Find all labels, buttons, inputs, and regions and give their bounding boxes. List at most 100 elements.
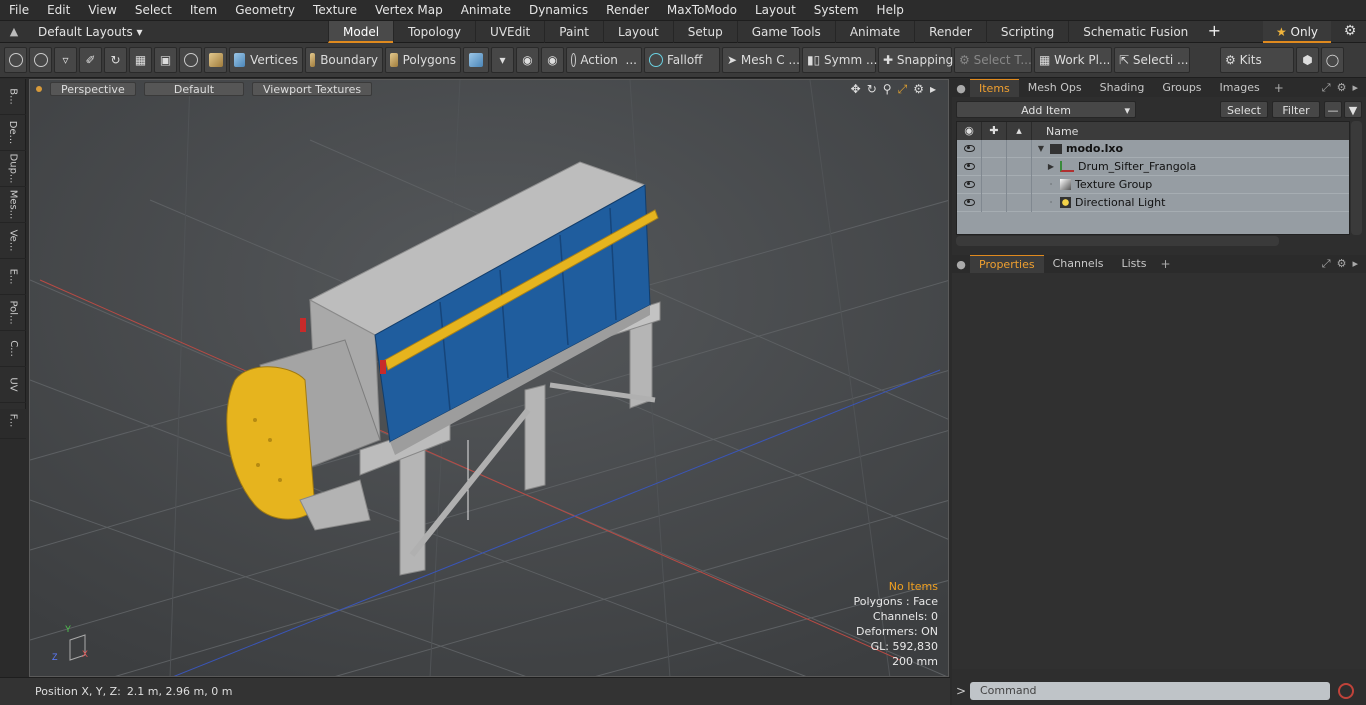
menu-edit[interactable]: Edit: [38, 0, 79, 21]
tree-row-mesh[interactable]: ▶ Drum_Sifter_Frangola: [957, 157, 1349, 176]
command-input[interactable]: Command: [970, 682, 1330, 700]
mesh-constraint-button[interactable]: ➤ Mesh C ...: [722, 47, 800, 73]
material-dropdown[interactable]: ▾: [491, 47, 514, 73]
expand-triangle-icon[interactable]: ▶: [1046, 162, 1056, 171]
tree-vertical-scrollbar[interactable]: [1351, 121, 1362, 235]
rotate-view-icon[interactable]: ↻: [867, 82, 877, 97]
grid-button[interactable]: ▦: [129, 47, 152, 73]
tab-items[interactable]: Items: [970, 79, 1019, 97]
visibility-toggle[interactable]: [957, 157, 982, 176]
vertices-button[interactable]: Vertices: [229, 47, 303, 73]
polygons-button[interactable]: Polygons: [385, 47, 461, 73]
work-plane-button[interactable]: ▦ Work Pl...: [1034, 47, 1112, 73]
render-cell[interactable]: [1007, 175, 1032, 194]
tab-properties[interactable]: Properties: [970, 255, 1044, 273]
expand-panel-icon[interactable]: ⤢: [1322, 81, 1331, 95]
tab-uvedit[interactable]: UVEdit: [475, 20, 544, 43]
left-tab-uv[interactable]: UV: [0, 367, 26, 403]
expand-arrow-icon[interactable]: ▸: [930, 82, 936, 97]
pen-button[interactable]: ▿: [54, 47, 77, 73]
left-tab-mesh-edit[interactable]: Mes...: [0, 187, 26, 223]
boundary-button[interactable]: Boundary: [305, 47, 383, 73]
tab-setup[interactable]: Setup: [672, 20, 737, 43]
add-tab-icon[interactable]: +: [1269, 81, 1289, 95]
lock-cell[interactable]: [982, 157, 1007, 176]
3d-viewport[interactable]: Y Z X Perspective Default Viewport Textu…: [29, 79, 949, 677]
menu-geometry[interactable]: Geometry: [226, 0, 304, 21]
menu-system[interactable]: System: [805, 0, 868, 21]
filter-button[interactable]: Filter: [1272, 101, 1320, 118]
tab-game-tools[interactable]: Game Tools: [736, 20, 835, 43]
panel-gear-icon[interactable]: ⚙: [1337, 257, 1347, 271]
brush-button[interactable]: ✐: [79, 47, 102, 73]
menu-dynamics[interactable]: Dynamics: [520, 0, 597, 21]
shape-button[interactable]: [179, 47, 202, 73]
move-view-icon[interactable]: ✥: [851, 82, 861, 97]
perspective-button[interactable]: Perspective: [50, 82, 136, 96]
panel-gear-icon[interactable]: ⚙: [1337, 81, 1347, 95]
render-cell[interactable]: [1007, 193, 1032, 212]
tab-paint[interactable]: Paint: [544, 20, 603, 43]
tab-animate[interactable]: Animate: [834, 20, 914, 43]
tab-mesh-ops[interactable]: Mesh Ops: [1019, 79, 1091, 97]
menu-view[interactable]: View: [79, 0, 125, 21]
item-mode-button[interactable]: [204, 47, 227, 73]
select-through-button[interactable]: ⚙ Select T...: [954, 47, 1032, 73]
selection-sets-button[interactable]: ⇱ Selecti ...: [1114, 47, 1190, 73]
snapping-button[interactable]: ✚ Snapping: [878, 47, 953, 73]
panel-dot-icon[interactable]: ●: [952, 258, 970, 271]
panel-arrow-icon[interactable]: ▸: [1352, 257, 1358, 271]
material-button[interactable]: [463, 47, 489, 73]
tab-model[interactable]: Model: [328, 20, 394, 43]
menu-help[interactable]: Help: [868, 0, 913, 21]
visibility-column-icon[interactable]: ◉: [957, 122, 982, 140]
tab-schematic-fusion[interactable]: Schematic Fusion: [1068, 20, 1202, 43]
left-tab-fusion[interactable]: F...: [0, 403, 26, 439]
left-tab-duplicate[interactable]: Dup...: [0, 151, 26, 187]
tab-groups[interactable]: Groups: [1153, 79, 1210, 97]
expand-triangle-icon[interactable]: ▼: [1036, 144, 1046, 153]
left-tab-edge[interactable]: E...: [0, 259, 26, 295]
loop-button[interactable]: ↻: [104, 47, 127, 73]
tab-layout[interactable]: Layout: [602, 20, 673, 43]
menu-maxtomodo[interactable]: MaxToModo: [658, 0, 746, 21]
add-item-button[interactable]: Add Item ▾: [956, 101, 1136, 118]
default-layouts-dropdown[interactable]: Default Layouts ▾: [28, 25, 328, 39]
globe-button[interactable]: [29, 47, 52, 73]
fit-view-icon[interactable]: ⤢: [898, 82, 908, 97]
collapse-icon[interactable]: —: [1324, 101, 1342, 118]
visibility-toggle[interactable]: [957, 193, 982, 212]
viewport-dot-icon[interactable]: [36, 86, 42, 92]
left-tab-basic[interactable]: B...: [0, 79, 26, 115]
left-tab-deform[interactable]: De...: [0, 115, 26, 151]
snap-b-button[interactable]: ◉: [541, 47, 564, 73]
visibility-toggle[interactable]: [957, 139, 982, 158]
tab-topology[interactable]: Topology: [393, 20, 475, 43]
funnel-icon[interactable]: ▼: [1344, 101, 1362, 118]
menu-file[interactable]: File: [0, 0, 38, 21]
viewport-gear-icon[interactable]: ⚙: [913, 82, 924, 97]
tree-horizontal-scrollbar[interactable]: [956, 236, 1279, 246]
tab-scripting[interactable]: Scripting: [985, 20, 1068, 43]
left-tab-vertex[interactable]: Ve...: [0, 223, 26, 259]
kits-button[interactable]: ⚙ Kits: [1220, 47, 1294, 73]
menu-vertex-map[interactable]: Vertex Map: [366, 0, 452, 21]
panel-arrow-icon[interactable]: ▸: [1352, 81, 1358, 95]
menu-item[interactable]: Item: [181, 0, 226, 21]
add-tab-icon[interactable]: +: [1155, 257, 1175, 271]
menu-render[interactable]: Render: [597, 0, 658, 21]
lock-cell[interactable]: [982, 175, 1007, 194]
menu-animate[interactable]: Animate: [452, 0, 520, 21]
falloff-button[interactable]: Falloff: [644, 47, 720, 73]
tree-row-light[interactable]: · Directional Light: [957, 193, 1349, 212]
viewport-textures-button[interactable]: Viewport Textures: [252, 82, 373, 96]
action-center-button[interactable]: Action ...: [566, 47, 642, 73]
symmetry-button[interactable]: ▮▯ Symm ...: [802, 47, 877, 73]
tab-images[interactable]: Images: [1211, 79, 1269, 97]
unity-button[interactable]: ⬢: [1296, 47, 1319, 73]
shading-default-button[interactable]: Default: [144, 82, 244, 96]
visibility-toggle[interactable]: [957, 175, 982, 194]
home-icon[interactable]: ▲: [0, 25, 28, 38]
record-icon[interactable]: [1338, 683, 1354, 699]
lock-column-icon[interactable]: ✚: [982, 122, 1007, 140]
